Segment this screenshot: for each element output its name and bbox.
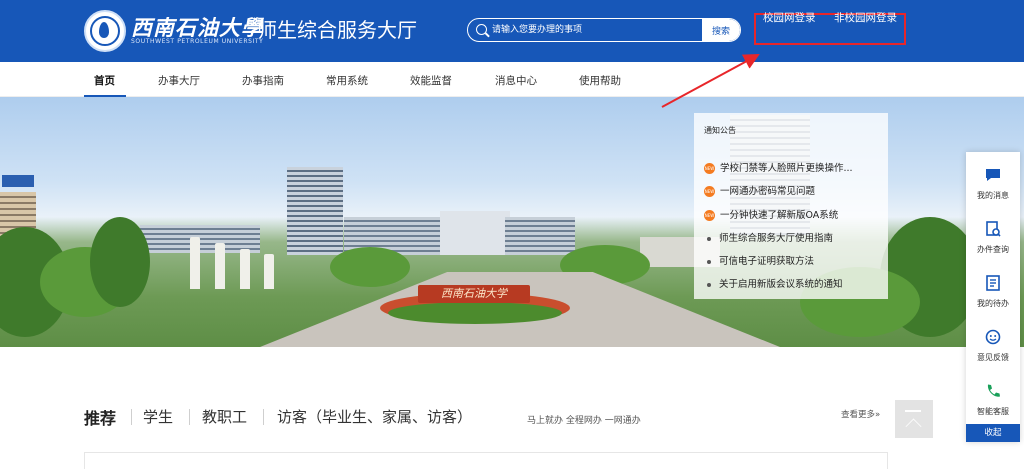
divider [131,409,132,425]
campus-login-link[interactable]: 校园网登录 [763,10,816,25]
search-input[interactable] [492,19,702,41]
nav-item-help[interactable]: 使用帮助 [579,73,621,88]
notice-title: 通知公告 [704,126,736,135]
divider [189,409,190,425]
sidebar-item-case-query[interactable]: 办件查询 [966,208,1020,262]
document-search-icon [986,221,1001,237]
nav-item-common-systems[interactable]: 常用系统 [326,73,368,88]
notice-item[interactable]: 师生综合服务大厅使用指南 [704,230,884,246]
view-more-link[interactable]: 查看更多» [841,408,880,420]
notice-panel: 通知公告 NEW 学校门禁等人脸照片更换操作... NEW 一网通办密码常见问题 N… [694,113,888,299]
campus-sign: 西南石油大学 [418,285,530,303]
search-icon [476,24,487,35]
back-to-top-button[interactable] [895,400,933,438]
main-nav: 首页 办事大厅 办事指南 常用系统 效能监督 消息中心 使用帮助 [0,62,1024,97]
new-badge-icon: NEW [704,210,715,221]
header: 西南石油大學 SOUTHWEST PETROLEUM UNIVERSITY 师生… [0,0,1024,62]
university-emblem-icon [84,10,126,52]
nav-item-supervision[interactable]: 效能监督 [410,73,452,88]
recommend-title: 推荐 [84,409,117,428]
bullet-icon [707,236,711,241]
recommend-content-card [84,452,888,469]
notice-item[interactable]: NEW 学校门禁等人脸照片更换操作... [704,160,884,176]
notice-item[interactable]: 可信电子证明获取方法 [704,253,884,269]
nav-item-service-hall[interactable]: 办事大厅 [158,73,200,88]
sidebar-item-my-messages[interactable]: 我的消息 [966,154,1020,208]
divider [263,409,264,425]
new-badge-icon: NEW [704,186,715,197]
logo-english-name: SOUTHWEST PETROLEUM UNIVERSITY [131,38,264,45]
floating-sidebar: 我的消息 办件查询 我的待办 意见反馈 智能客服 收起 [966,152,1020,442]
noncampus-login-link[interactable]: 非校园网登录 [834,10,897,25]
feedback-icon [985,329,1001,345]
sidebar-item-my-todo[interactable]: 我的待办 [966,262,1020,316]
message-icon [986,169,1000,181]
nav-item-messages[interactable]: 消息中心 [495,73,537,88]
search-button[interactable]: 搜索 [702,19,740,41]
nav-item-guide[interactable]: 办事指南 [242,73,284,88]
sidebar-collapse-button[interactable]: 收起 [966,424,1020,442]
sidebar-item-feedback[interactable]: 意见反馈 [966,316,1020,370]
tab-students[interactable]: 学生 [143,406,173,427]
notice-item[interactable]: 关于启用新版会议系统的通知 [704,276,884,292]
tab-staff[interactable]: 教职工 [202,406,247,427]
sidebar-item-smart-support[interactable]: 智能客服 [966,370,1020,424]
phone-icon [987,384,1000,397]
recommend-section: 推荐 学生 教职工 访客（毕业生、家属、访客） 马上就办 全程网办 一网通办 查… [84,405,944,429]
bullet-icon [707,259,711,264]
bullet-icon [707,282,711,287]
service-slogan: 马上就办 全程网办 一网通办 [527,416,641,426]
search-box: 搜索 [467,18,741,42]
tab-visitors[interactable]: 访客（毕业生、家属、访客） [277,406,472,427]
notice-item[interactable]: NEW 一分钟快速了解新版OA系统 [704,207,884,223]
nav-item-home[interactable]: 首页 [94,73,115,88]
notice-item[interactable]: NEW 一网通办密码常见问题 [704,183,884,199]
todo-list-icon [986,275,1000,291]
new-badge-icon: NEW [704,163,715,174]
site-title: 师生综合服务大厅 [257,18,417,42]
